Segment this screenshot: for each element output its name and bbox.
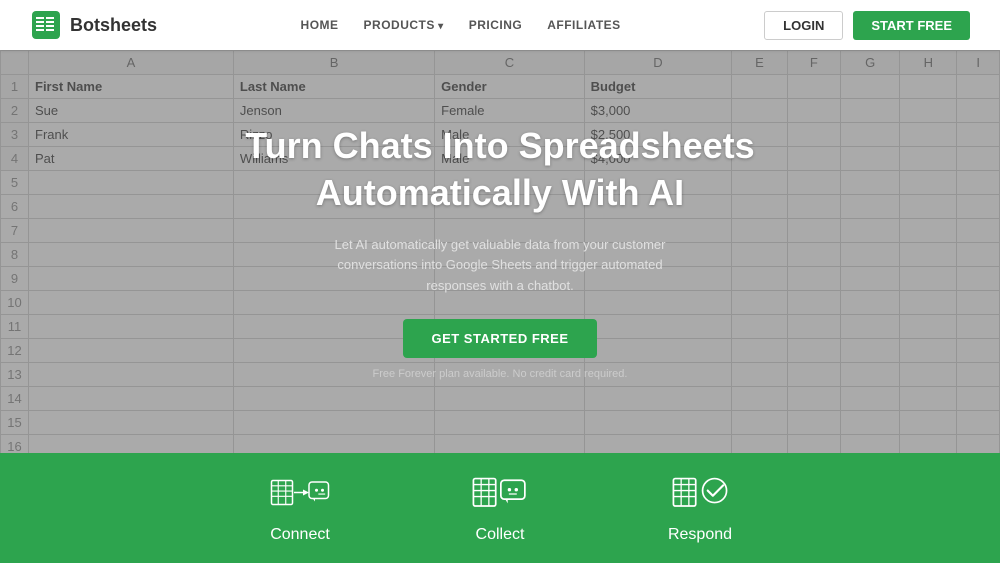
hero-title: Turn Chats Into Spreadsheets Automatical…: [245, 123, 754, 217]
feature-collect-label: Collect: [476, 526, 525, 544]
respond-icon: [670, 472, 730, 516]
nav-pricing[interactable]: PRICING: [469, 18, 523, 32]
nav-affiliates[interactable]: AFFILIATES: [547, 18, 620, 32]
logo[interactable]: Botsheets: [30, 9, 157, 41]
hero-section: Turn Chats Into Spreadsheets Automatical…: [0, 50, 1000, 453]
feature-connect: Connect: [200, 472, 400, 544]
navbar: Botsheets HOME PRODUCTS PRICING AFFILIAT…: [0, 0, 1000, 50]
feature-respond-label: Respond: [668, 526, 732, 544]
get-started-button[interactable]: GET STARTED FREE: [403, 319, 596, 358]
connect-icon: [270, 472, 330, 516]
nav-links: HOME PRODUCTS PRICING AFFILIATES: [301, 18, 621, 32]
feature-respond: Respond: [600, 472, 800, 544]
nav-home[interactable]: HOME: [301, 18, 339, 32]
login-button[interactable]: LOGIN: [764, 11, 843, 40]
features-section: Connect Collect: [0, 453, 1000, 563]
logo-text: Botsheets: [70, 15, 157, 36]
feature-connect-label: Connect: [270, 526, 330, 544]
hero-subtitle: Let AI automatically get valuable data f…: [320, 235, 680, 297]
start-free-button[interactable]: START FREE: [853, 11, 970, 40]
nav-products[interactable]: PRODUCTS: [364, 18, 444, 32]
collect-icon: [470, 472, 530, 516]
feature-collect: Collect: [400, 472, 600, 544]
nav-buttons: LOGIN START FREE: [764, 11, 970, 40]
hero-note: Free Forever plan available. No credit c…: [373, 368, 628, 380]
